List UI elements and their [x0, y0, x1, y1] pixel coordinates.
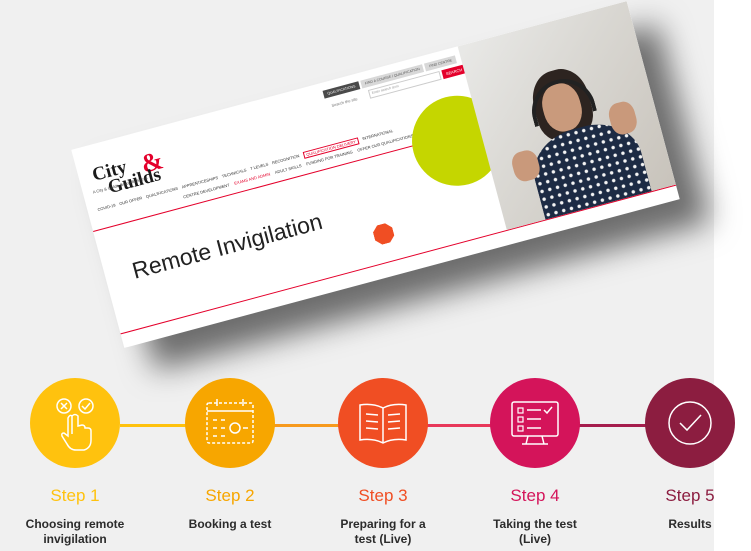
timeline-connector-3	[420, 424, 500, 427]
step-2-label: Step 2	[205, 486, 255, 505]
step-3-circle[interactable]	[338, 378, 428, 468]
step-1-description: Choosing remote invigilation	[25, 517, 125, 546]
step-2-description: Booking a test	[188, 517, 272, 531]
sub-nav: CENTRE DEVELOPMENT EXAMS AND ADMIN ADULT…	[183, 133, 414, 199]
step-3-description: Preparing for a test (Live)	[340, 517, 426, 546]
decorative-octagon	[371, 222, 395, 246]
step-4-description: Taking the test (Live)	[493, 517, 577, 546]
step-1-circle[interactable]	[30, 378, 120, 468]
step-2-circle[interactable]	[185, 378, 275, 468]
step-4-label: Step 4	[510, 486, 560, 505]
step-1-label: Step 1	[50, 486, 100, 505]
monitor-checklist-icon	[511, 401, 559, 445]
city-guilds-logo[interactable]: City & Guilds	[88, 144, 181, 205]
step-4-circle[interactable]	[490, 378, 580, 468]
calendar-icon	[206, 399, 254, 444]
timeline-connector-4	[575, 424, 655, 427]
book-icon	[359, 403, 407, 444]
step-5-description: Results	[668, 517, 712, 531]
hero-title: Remote Invigilation	[129, 207, 326, 284]
step-5-label: Step 5	[665, 486, 715, 505]
checkmark-circle-icon	[668, 401, 712, 445]
step-3-label: Step 3	[358, 486, 408, 505]
hand-pointer-icon	[56, 398, 94, 451]
step-5-circle[interactable]	[645, 378, 735, 468]
search-label: Search the site	[330, 96, 359, 108]
